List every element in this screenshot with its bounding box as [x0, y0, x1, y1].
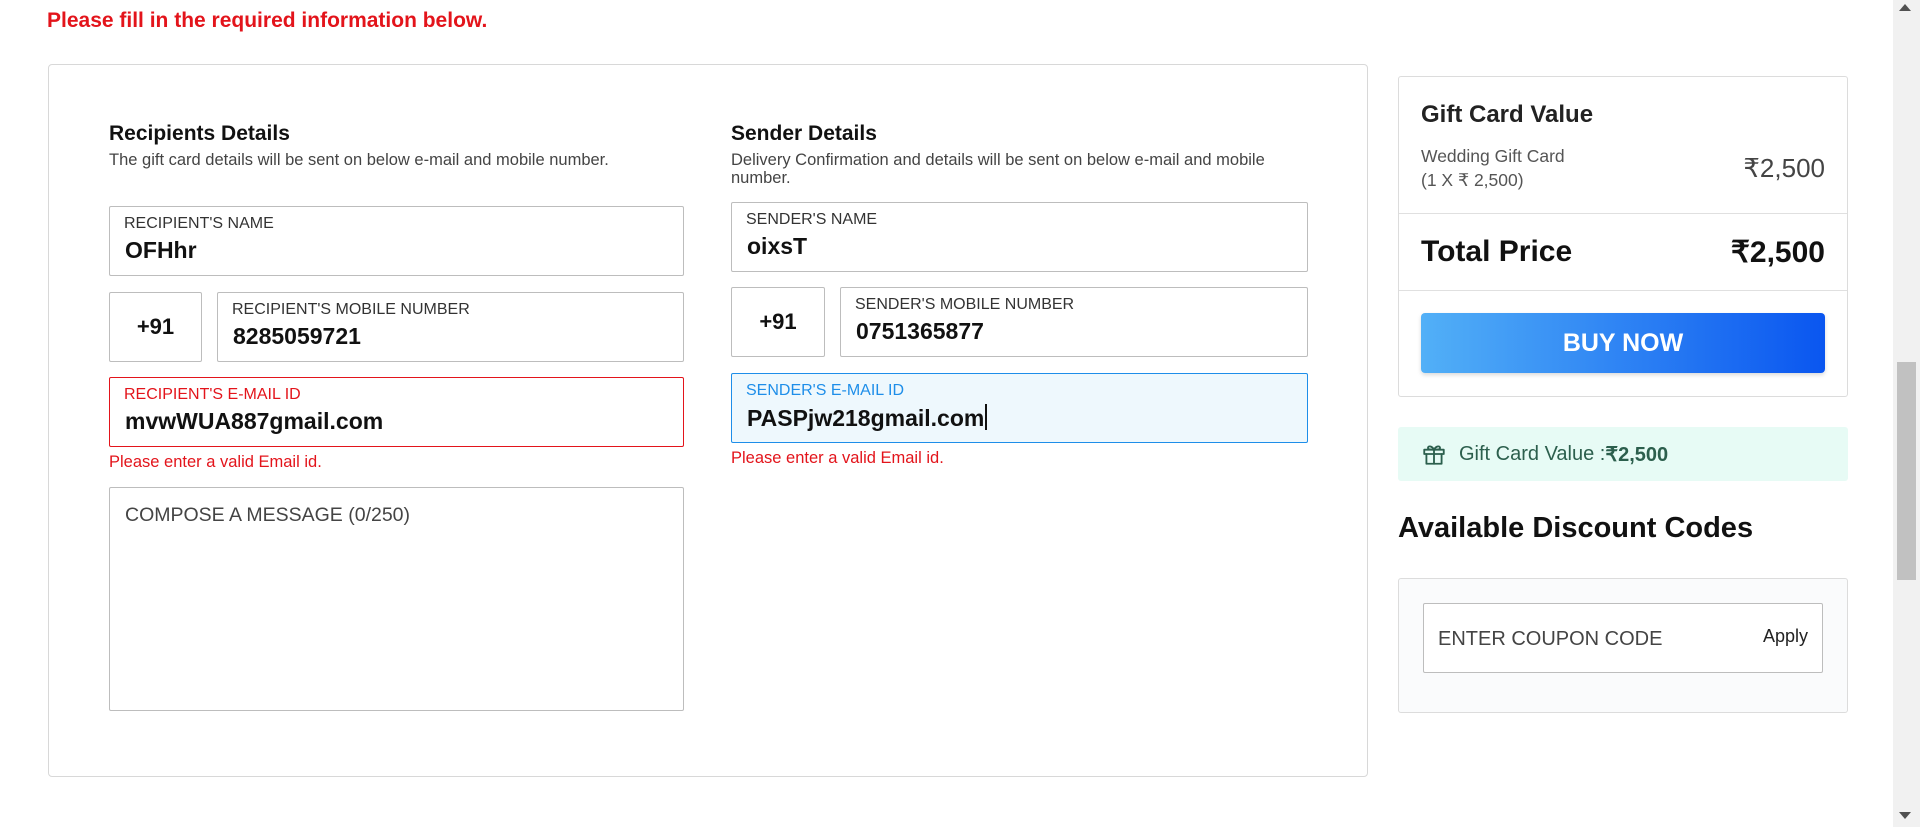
sender-section-subtitle: Delivery Confirmation and details will b…	[731, 151, 1265, 187]
sender-email-input-text: PASPjw218gmail.com	[747, 404, 988, 432]
summary-item-price: ₹2,500	[1743, 153, 1825, 183]
sender-email-label: SENDER'S E-MAIL ID	[746, 382, 905, 399]
sender-email-error: Please enter a valid Email id.	[731, 449, 944, 467]
sender-name-label: SENDER'S NAME	[746, 211, 878, 228]
compose-message-placeholder: COMPOSE A MESSAGE (0/250)	[125, 504, 411, 526]
sender-mobile-value: 0751365877	[856, 318, 984, 344]
buy-now-button[interactable]: BUY NOW	[1421, 313, 1825, 373]
recipient-name-label: RECIPIENT'S NAME	[124, 215, 274, 232]
recipient-email-error: Please enter a valid Email id.	[109, 453, 322, 471]
sender-name-field[interactable]: SENDER'S NAME oixsT	[731, 202, 1308, 272]
recipient-section-subtitle: The gift card details will be sent on be…	[109, 151, 609, 169]
text-caret	[985, 404, 988, 430]
sender-mobile-field[interactable]: SENDER'S MOBILE NUMBER 0751365877	[840, 287, 1308, 357]
coupon-code-input[interactable]: ENTER COUPON CODE Apply	[1423, 603, 1823, 673]
gift-bar-value: ₹2,500	[1605, 443, 1669, 466]
price-summary-card: Gift Card Value Wedding Gift Card (1 X ₹…	[1398, 76, 1848, 397]
sender-name-value: oixsT	[747, 233, 808, 259]
sender-section-title: Sender Details	[731, 122, 877, 145]
recipient-section-title: Recipients Details	[109, 122, 290, 145]
summary-divider-2	[1399, 290, 1847, 291]
sender-email-field[interactable]: SENDER'S E-MAIL ID PASPjw218gmail.com	[731, 373, 1308, 443]
total-price-label: Total Price	[1421, 235, 1573, 268]
summary-divider	[1399, 213, 1847, 214]
recipient-mobile-field[interactable]: RECIPIENT'S MOBILE NUMBER 8285059721	[217, 292, 684, 362]
required-info-notice: Please fill in the required information …	[47, 9, 488, 32]
gift-card-value-bar: Gift Card Value : ₹2,500	[1398, 427, 1848, 481]
sender-mobile-label: SENDER'S MOBILE NUMBER	[855, 296, 1075, 313]
total-price-value: ₹2,500	[1730, 236, 1825, 269]
recipient-mobile-value: 8285059721	[233, 323, 361, 349]
sender-email-value: PASPjw218gmail.com	[747, 405, 985, 431]
recipient-mobile-label: RECIPIENT'S MOBILE NUMBER	[232, 301, 470, 318]
summary-item-name: Wedding Gift Card	[1421, 146, 1565, 166]
recipient-country-code[interactable]: +91	[109, 292, 202, 362]
coupon-card: ENTER COUPON CODE Apply	[1398, 578, 1848, 713]
scroll-down-arrow-icon[interactable]	[1899, 812, 1911, 819]
apply-coupon-button[interactable]: Apply	[1763, 626, 1808, 647]
compose-message-textarea[interactable]: COMPOSE A MESSAGE (0/250)	[109, 487, 684, 711]
recipient-email-value: mvwWUA887gmail.com	[125, 408, 384, 434]
gift-icon	[1421, 441, 1447, 467]
scroll-up-arrow-icon[interactable]	[1899, 4, 1911, 11]
recipient-name-value: OFHhr	[125, 237, 197, 263]
gift-bar-label: Gift Card Value :	[1459, 442, 1606, 465]
summary-item-qty: (1 X ₹ 2,500)	[1421, 170, 1524, 190]
discount-codes-title: Available Discount Codes	[1398, 512, 1754, 544]
sender-country-code[interactable]: +91	[731, 287, 825, 357]
scrollbar-thumb[interactable]	[1897, 362, 1916, 580]
recipient-name-field[interactable]: RECIPIENT'S NAME OFHhr	[109, 206, 684, 276]
coupon-code-placeholder: ENTER COUPON CODE	[1438, 628, 1663, 650]
recipient-email-label: RECIPIENT'S E-MAIL ID	[124, 386, 301, 403]
gift-card-value-title: Gift Card Value	[1421, 101, 1594, 128]
recipient-email-field[interactable]: RECIPIENT'S E-MAIL ID mvwWUA887gmail.com	[109, 377, 684, 447]
